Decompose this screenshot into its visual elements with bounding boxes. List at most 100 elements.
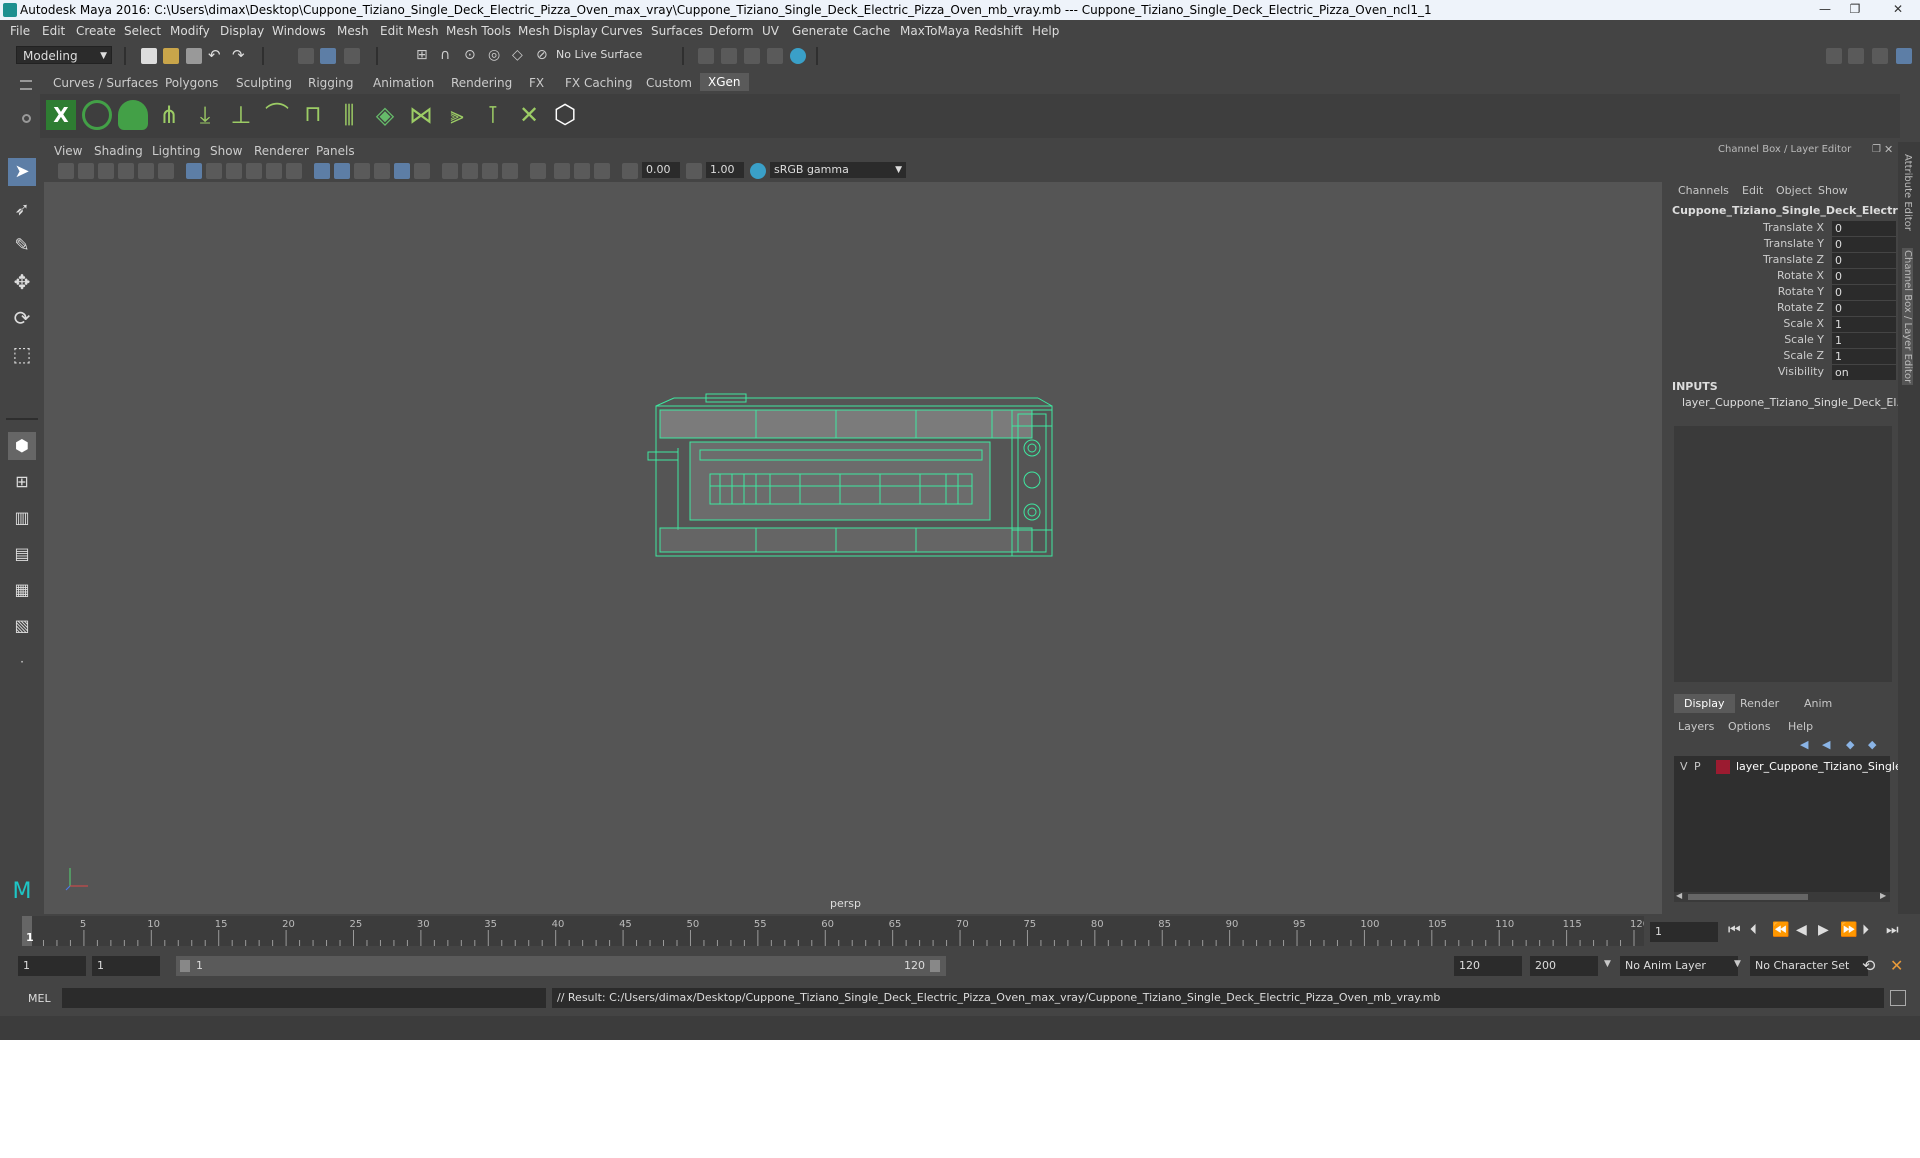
play-forwards-icon[interactable]: ▶ <box>1818 922 1829 938</box>
xgen-guide-move-icon[interactable]: ⤓ <box>190 100 220 130</box>
command-input[interactable] <box>62 988 546 1008</box>
tab-animation[interactable]: Animation <box>373 76 434 90</box>
layer-color-swatch[interactable] <box>1716 760 1730 774</box>
menu-redshift[interactable]: Redshift <box>974 24 1023 38</box>
range-end-handle[interactable] <box>930 960 940 972</box>
film-gate-icon[interactable] <box>138 163 154 179</box>
float-panel-icon[interactable]: ❐ <box>1872 144 1881 155</box>
menu-modify[interactable]: Modify <box>170 24 210 38</box>
layout-two-pane-icon[interactable]: ▤ <box>8 540 36 568</box>
menu-help[interactable]: Help <box>1032 24 1059 38</box>
tab-sculpting[interactable]: Sculpting <box>236 76 292 90</box>
live-surface-label[interactable]: No Live Surface <box>556 48 642 61</box>
tab-custom[interactable]: Custom <box>646 76 692 90</box>
menu-cache[interactable]: Cache <box>853 24 890 38</box>
modeling-toolkit-icon[interactable] <box>1826 48 1842 64</box>
layer-tab-anim[interactable]: Anim <box>1804 697 1832 710</box>
chevron-down-icon[interactable]: ▼ <box>1604 959 1611 969</box>
pan-zoom-icon[interactable] <box>266 163 282 179</box>
snap-point-icon[interactable]: ⊙ <box>464 47 480 63</box>
panel-menu-view[interactable]: View <box>54 144 82 158</box>
xgen-groom-icon[interactable]: ⋈ <box>406 100 436 130</box>
close-panel-icon[interactable]: ✕ <box>1884 143 1893 156</box>
tab-fx[interactable]: FX <box>529 76 544 90</box>
layer-playback-toggle[interactable]: P <box>1694 760 1701 773</box>
xgen-cut-icon[interactable]: ⊺ <box>478 100 508 130</box>
xgen-editor-icon[interactable]: X <box>46 100 76 130</box>
animation-start-field[interactable]: 1 <box>18 956 86 976</box>
default-material-icon[interactable] <box>354 163 370 179</box>
chevron-down-icon[interactable]: ▼ <box>1734 959 1741 969</box>
safe-action-icon[interactable] <box>226 163 242 179</box>
channel-row[interactable]: Rotate X 0 <box>1668 269 1896 285</box>
channel-value[interactable]: 1 <box>1832 317 1896 332</box>
channel-row[interactable]: Translate Z 0 <box>1668 253 1896 269</box>
layer-visibility-toggle[interactable]: V <box>1680 760 1688 773</box>
menu-mesh-tools[interactable]: Mesh Tools <box>446 24 511 38</box>
camera-lock-icon[interactable] <box>78 163 94 179</box>
channel-value[interactable]: 0 <box>1832 269 1896 284</box>
maximize-button[interactable]: ❐ <box>1842 0 1868 18</box>
wireframe-icon[interactable] <box>314 163 330 179</box>
channel-value[interactable]: 1 <box>1832 333 1896 348</box>
panel-menu-shading[interactable]: Shading <box>94 144 143 158</box>
menu-uv[interactable]: UV <box>762 24 779 38</box>
layer-name[interactable]: layer_Cuppone_Tiziano_Single_ <box>1736 760 1907 773</box>
gamma-field[interactable]: 1.00 <box>706 162 744 178</box>
tab-fx-caching[interactable]: FX Caching <box>565 76 632 90</box>
channel-menu-show[interactable]: Show <box>1818 184 1848 197</box>
scroll-left-icon[interactable]: ◀ <box>1676 891 1682 900</box>
playback-end-field[interactable]: 120 <box>1454 956 1522 976</box>
layer-horizontal-scrollbar[interactable]: ◀ ▶ <box>1674 891 1890 902</box>
tab-xgen[interactable]: XGen <box>700 73 749 91</box>
layer-row[interactable]: V P layer_Cuppone_Tiziano_Single_ <box>1674 758 1907 776</box>
menu-windows[interactable]: Windows <box>272 24 326 38</box>
new-layer-icon[interactable]: ◆ <box>1846 738 1854 751</box>
animation-end-field[interactable]: 200 <box>1530 956 1598 976</box>
menu-create[interactable]: Create <box>76 24 116 38</box>
render-settings-icon[interactable] <box>744 48 760 64</box>
tab-rigging[interactable]: Rigging <box>308 76 353 90</box>
menu-edit-mesh[interactable]: Edit Mesh <box>380 24 439 38</box>
channel-row[interactable]: Translate X 0 <box>1668 221 1896 237</box>
motion-blur-icon[interactable] <box>482 163 498 179</box>
show-manipulator-icon[interactable]: ⬢ <box>8 432 36 460</box>
move-layer-down-icon[interactable]: ◀ <box>1822 738 1830 751</box>
tab-curves-surfaces[interactable]: Curves / Surfaces <box>53 76 158 90</box>
layer-menu-layers[interactable]: Layers <box>1678 720 1714 733</box>
open-scene-icon[interactable] <box>163 48 179 64</box>
color-space-dropdown[interactable]: sRGB gamma ▼ <box>770 162 906 178</box>
layout-four-pane-icon[interactable]: ▥ <box>8 504 36 532</box>
safe-title-icon[interactable] <box>246 163 262 179</box>
range-start-handle[interactable] <box>180 960 190 972</box>
panel-menu-lighting[interactable]: Lighting <box>152 144 201 158</box>
xgen-interactive-groom-icon[interactable]: ⬡ <box>550 100 580 130</box>
new-scene-icon[interactable] <box>141 48 157 64</box>
minimize-button[interactable]: — <box>1812 0 1838 18</box>
layout-single-pane-icon[interactable]: ⊞ <box>8 468 36 496</box>
anti-aliasing-icon[interactable] <box>502 163 518 179</box>
layout-outliner-icon[interactable]: ▦ <box>8 576 36 604</box>
camera-select-icon[interactable] <box>58 163 74 179</box>
menu-display[interactable]: Display <box>220 24 264 38</box>
auto-key-icon[interactable]: ⟲ <box>1862 956 1875 975</box>
menu-edit[interactable]: Edit <box>42 24 65 38</box>
current-frame-field[interactable]: 1 <box>1650 922 1718 942</box>
tab-polygons[interactable]: Polygons <box>165 76 218 90</box>
snap-curve-icon[interactable]: ∩ <box>440 47 456 63</box>
channel-row[interactable]: Rotate Z 0 <box>1668 301 1896 317</box>
xgen-guide-lock-icon[interactable]: ⊓ <box>298 100 328 130</box>
channel-row[interactable]: Translate Y 0 <box>1668 237 1896 253</box>
smooth-shade-icon[interactable] <box>334 163 350 179</box>
new-layer-selected-icon[interactable]: ◆ <box>1868 738 1876 751</box>
channel-box-toggle-icon[interactable] <box>1896 48 1912 64</box>
side-tab-attribute-editor[interactable]: Attribute Editor <box>1902 154 1913 231</box>
channel-value[interactable]: on <box>1832 365 1896 380</box>
play-backwards-icon[interactable]: ◀ <box>1796 922 1807 938</box>
layer-menu-help[interactable]: Help <box>1788 720 1813 733</box>
channel-value[interactable]: 0 <box>1832 237 1896 252</box>
field-chart-icon[interactable] <box>206 163 222 179</box>
step-back-key-icon[interactable]: ⏪ <box>1772 922 1789 938</box>
hypershade-icon[interactable] <box>767 48 783 64</box>
more-layouts-icon[interactable]: · <box>8 648 36 676</box>
